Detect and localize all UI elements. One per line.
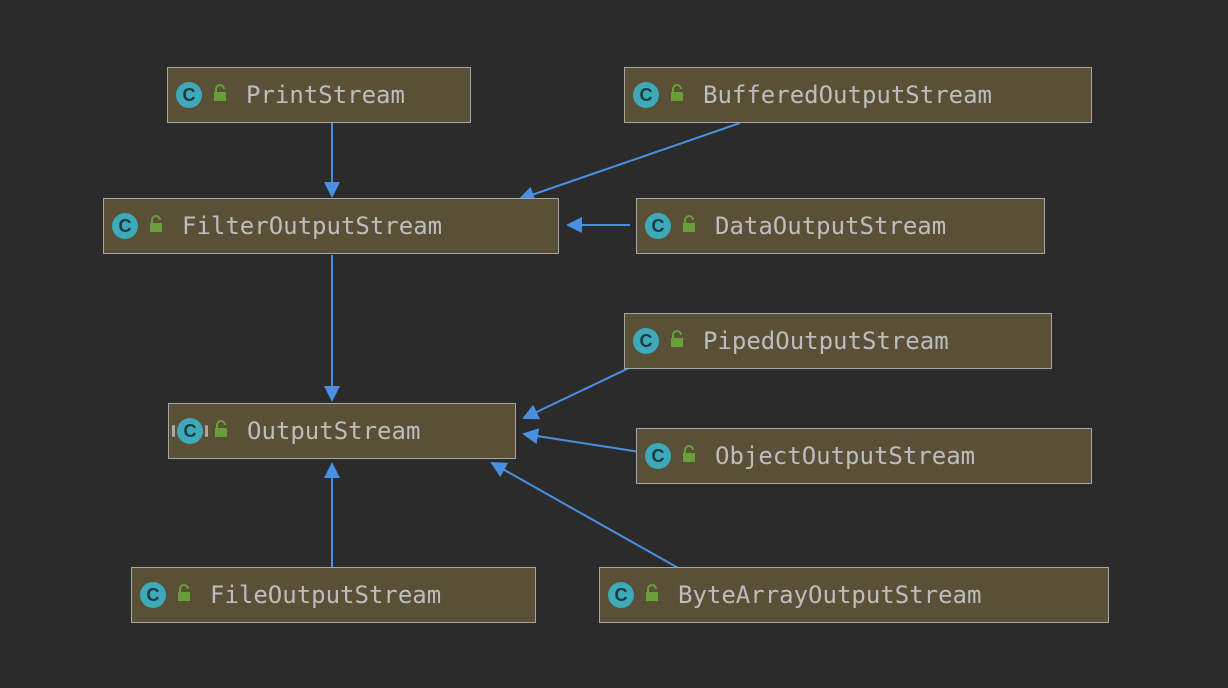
edge bbox=[520, 123, 740, 199]
class-label: OutputStream bbox=[247, 417, 420, 445]
abstract-class-icon: C bbox=[177, 418, 203, 444]
class-label: ObjectOutputStream bbox=[715, 442, 975, 470]
class-icon: C bbox=[633, 328, 659, 354]
class-node-bufferedoutputstream[interactable]: C BufferedOutputStream bbox=[624, 67, 1092, 123]
class-icon: C bbox=[645, 213, 671, 239]
class-icon: C bbox=[140, 582, 166, 608]
class-label: FileOutputStream bbox=[210, 581, 441, 609]
class-node-outputstream[interactable]: C OutputStream bbox=[168, 403, 516, 459]
class-node-objectoutputstream[interactable]: C ObjectOutputStream bbox=[636, 428, 1092, 484]
class-node-fileoutputstream[interactable]: C FileOutputStream bbox=[131, 567, 536, 623]
class-icon: C bbox=[645, 443, 671, 469]
unlock-icon bbox=[644, 584, 660, 606]
unlock-icon bbox=[681, 215, 697, 237]
unlock-icon bbox=[669, 84, 685, 106]
unlock-icon bbox=[681, 445, 697, 467]
unlock-icon bbox=[213, 420, 229, 442]
class-node-pipedoutputstream[interactable]: C PipedOutputStream bbox=[624, 313, 1052, 369]
class-node-filteroutputstream[interactable]: C FilterOutputStream bbox=[103, 198, 559, 254]
class-node-bytearrayoutputstream[interactable]: C ByteArrayOutputStream bbox=[599, 567, 1109, 623]
class-icon: C bbox=[633, 82, 659, 108]
class-label: DataOutputStream bbox=[715, 212, 946, 240]
unlock-icon bbox=[148, 215, 164, 237]
class-node-dataoutputstream[interactable]: C DataOutputStream bbox=[636, 198, 1045, 254]
unlock-icon bbox=[212, 84, 228, 106]
class-icon: C bbox=[112, 213, 138, 239]
class-node-printstream[interactable]: C PrintStream bbox=[167, 67, 471, 123]
unlock-icon bbox=[176, 584, 192, 606]
class-icon: C bbox=[176, 82, 202, 108]
unlock-icon bbox=[669, 330, 685, 352]
class-label: PipedOutputStream bbox=[703, 327, 949, 355]
diagram-canvas: C PrintStream C BufferedOutputStream C F… bbox=[0, 0, 1228, 688]
class-icon: C bbox=[608, 582, 634, 608]
class-label: FilterOutputStream bbox=[182, 212, 442, 240]
class-label: BufferedOutputStream bbox=[703, 81, 992, 109]
edge bbox=[524, 434, 640, 452]
class-label: ByteArrayOutputStream bbox=[678, 581, 981, 609]
class-label: PrintStream bbox=[246, 81, 405, 109]
